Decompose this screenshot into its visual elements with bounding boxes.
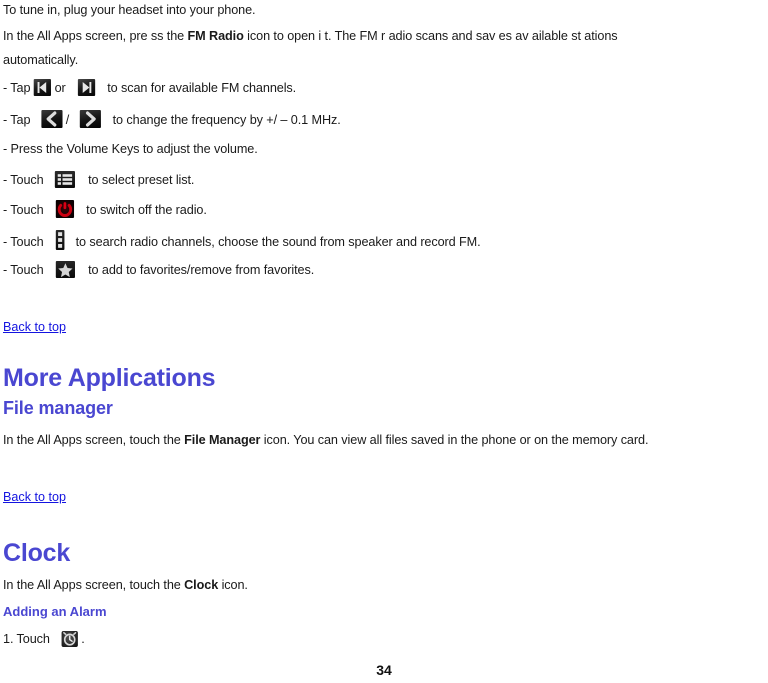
fm-description-part1: In the All Apps screen, pre ss the [3,28,188,43]
clock-intro-part1: In the All Apps screen, touch the [3,577,185,592]
file-manager-heading: File manager [3,398,113,418]
fm-bullet-preset-list: - Touch to select preset list. [3,171,194,188]
adding-an-alarm-subheading: Adding an Alarm [3,604,107,619]
bullet-suffix: to change the frequency by +/ – 0.1 MHz. [112,112,341,127]
fm-description-part2: icon to open i t. The FM r adio scans an… [243,28,618,43]
chevron-right-icon[interactable] [79,110,101,128]
add-alarm-icon[interactable] [61,631,78,647]
favorite-star-icon[interactable] [56,261,76,278]
skip-previous-icon[interactable] [33,79,52,96]
overflow-menu-icon[interactable] [56,230,65,250]
bullet-suffix: to select preset list. [88,172,195,187]
file-manager-text-part2: icon. You can view all files saved in th… [260,432,649,447]
bullet-prefix: - Touch [3,172,44,187]
back-to-top-link-2[interactable]: Back to top [3,490,66,505]
step-suffix: . [81,631,85,646]
bullet-prefix: - Touch [3,202,44,217]
add-alarm-step-1: 1. Touch . [3,631,85,647]
chevron-left-icon[interactable] [41,110,63,128]
clock-heading: Clock [3,539,71,567]
step-prefix: 1. Touch [3,631,50,646]
bullet-suffix: to search radio channels, choose the sou… [75,234,481,249]
bullet-prefix: - Tap [3,80,31,95]
fm-description-line-1: In the All Apps screen, pre ss the FM Ra… [3,28,618,44]
preset-list-icon[interactable] [55,171,76,188]
fm-description-line-2: automatically. [3,52,79,67]
fm-bullet-overflow: - Touch to search radio channels, choose… [3,230,481,250]
bullet-separator: / [65,112,70,127]
bullet-suffix: to add to favorites/remove from favorite… [88,262,315,277]
fm-bullet-favorites: - Touch to add to favorites/remove from … [3,261,314,278]
bullet-prefix: - Touch [3,262,44,277]
file-manager-app-name: File Manager [184,432,261,447]
more-applications-heading: More Applications [3,364,216,392]
fm-bullet-power-off: - Touch to switch off the radio. [3,200,207,218]
manual-page: To tune in, plug your headset into your … [0,0,768,683]
bullet-suffix: to switch off the radio. [86,202,207,217]
bullet-prefix: - Tap [3,112,31,127]
bullet-prefix: - Touch [3,234,44,249]
clock-paragraph: In the All Apps screen, touch the Clock … [3,577,248,593]
back-to-top-link-1[interactable]: Back to top [3,320,66,335]
power-off-icon[interactable] [56,200,75,218]
skip-next-icon[interactable] [78,79,96,96]
fm-bullet-frequency: - Tap / to change the frequency by +/ – … [3,110,341,128]
clock-intro-part2: icon. [218,577,248,592]
fm-radio-app-name: FM Radio [187,28,244,43]
fm-intro-line: To tune in, plug your headset into your … [3,2,256,17]
file-manager-text-part1: In the All Apps screen, touch the [3,432,185,447]
fm-bullet-volume: - Press the Volume Keys to adjust the vo… [3,141,258,156]
bullet-separator: or [54,80,66,95]
fm-bullet-scan: - Tap or to scan for available FM channe… [3,79,296,96]
file-manager-paragraph: In the All Apps screen, touch the File M… [3,432,648,448]
page-number: 34 [376,662,392,678]
bullet-suffix: to scan for available FM channels. [107,80,297,95]
clock-app-name: Clock [184,577,219,592]
